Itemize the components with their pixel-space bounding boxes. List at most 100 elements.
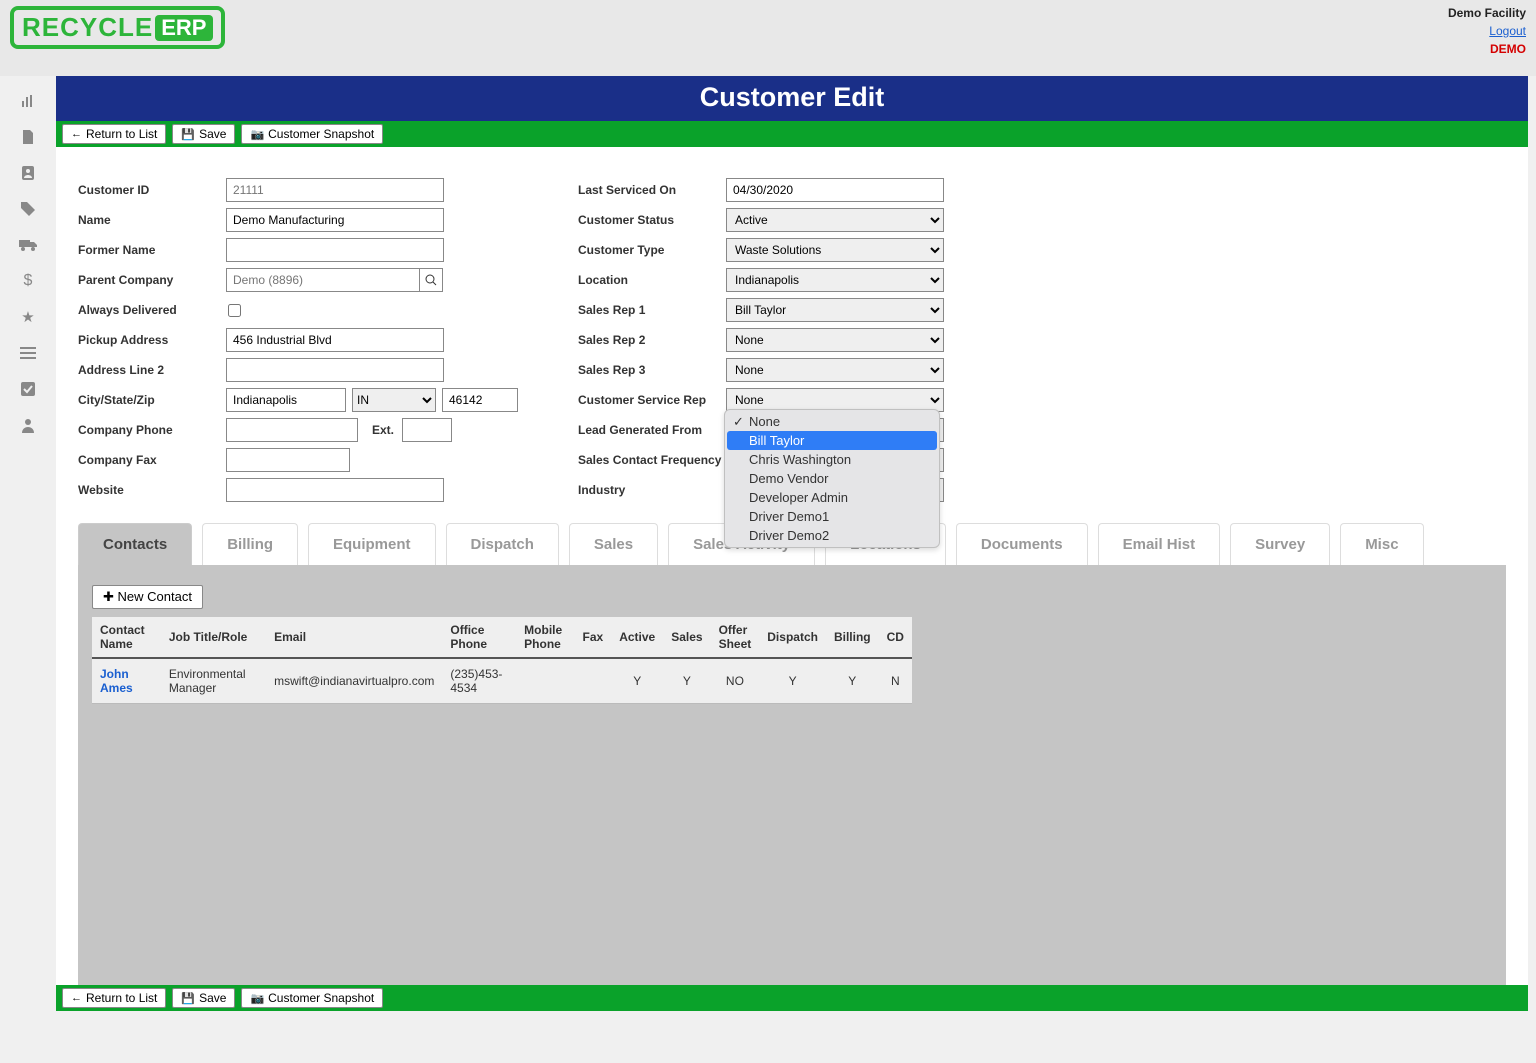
- former-name-label: Former Name: [78, 243, 226, 257]
- save-icon: 💾: [181, 128, 195, 141]
- customer-status-label: Customer Status: [578, 213, 726, 227]
- state-select[interactable]: IN: [352, 388, 436, 412]
- col-active: Active: [611, 617, 663, 658]
- tab-contacts[interactable]: Contacts: [78, 523, 192, 565]
- sales-rep-3-label: Sales Rep 3: [578, 363, 726, 377]
- csr-option-driver-demo2[interactable]: Driver Demo2: [727, 526, 937, 545]
- former-name-input[interactable]: [226, 238, 444, 262]
- company-phone-input[interactable]: [226, 418, 358, 442]
- csr-option-demo-vendor[interactable]: Demo Vendor: [727, 469, 937, 488]
- nav-check-icon[interactable]: [10, 372, 46, 406]
- col-offer-sheet: Offer Sheet: [711, 617, 760, 658]
- csr-label: Customer Service Rep: [578, 393, 726, 407]
- address2-input[interactable]: [226, 358, 444, 382]
- csr-dropdown-open[interactable]: None Bill Taylor Chris Washington Demo V…: [724, 409, 940, 548]
- name-input[interactable]: [226, 208, 444, 232]
- csr-option-chris-washington[interactable]: Chris Washington: [727, 450, 937, 469]
- ext-input[interactable]: [402, 418, 452, 442]
- always-delivered-label: Always Delivered: [78, 303, 226, 317]
- tabs-wrap: Contacts Billing Equipment Dispatch Sale…: [56, 523, 1528, 985]
- action-bar-top: ←Return to List 💾Save 📷 Customer Snapshot: [56, 121, 1528, 147]
- camera-icon: 📷: [250, 992, 264, 1005]
- main: Customer Edit ←Return to List 💾Save 📷Cus…: [56, 76, 1536, 1011]
- customer-id-label: Customer ID: [78, 183, 226, 197]
- tab-billing[interactable]: Billing: [202, 523, 298, 565]
- parent-company-search-button[interactable]: [419, 268, 443, 292]
- location-select[interactable]: Indianapolis: [726, 268, 944, 292]
- arrow-left-icon: ←: [71, 992, 82, 1004]
- tab-survey[interactable]: Survey: [1230, 523, 1330, 565]
- nav-person-icon[interactable]: [10, 408, 46, 442]
- sales-rep-3-select[interactable]: None: [726, 358, 944, 382]
- contact-cd-cell: N: [879, 658, 912, 704]
- nav-list-icon[interactable]: [10, 336, 46, 370]
- col-fax: Fax: [575, 617, 612, 658]
- sales-rep-2-select[interactable]: None: [726, 328, 944, 352]
- col-mobile-phone: Mobile Phone: [516, 617, 574, 658]
- facility-name: Demo Facility: [1448, 6, 1526, 20]
- save-button-bottom[interactable]: 💾Save: [172, 988, 235, 1008]
- nav-tag-icon[interactable]: [10, 192, 46, 226]
- city-input[interactable]: [226, 388, 346, 412]
- tab-equipment[interactable]: Equipment: [308, 523, 436, 565]
- contact-offer-cell: NO: [711, 658, 760, 704]
- tab-dispatch[interactable]: Dispatch: [446, 523, 559, 565]
- nav-file-icon[interactable]: [10, 120, 46, 154]
- nav-star-icon[interactable]: ★: [10, 300, 46, 334]
- logout-link[interactable]: Logout: [1448, 24, 1526, 38]
- logo-text-2: ERP: [155, 15, 212, 41]
- form-col-right: Last Serviced On Customer Status Active …: [578, 175, 1078, 505]
- nav-truck-icon[interactable]: [10, 228, 46, 262]
- camera-icon: 📷: [250, 128, 264, 141]
- snapshot-label: Customer Snapshot: [268, 127, 374, 141]
- col-email: Email: [266, 617, 442, 658]
- tab-sales[interactable]: Sales: [569, 523, 658, 565]
- contacts-table: Contact Name Job Title/Role Email Office…: [92, 617, 912, 704]
- new-contact-button[interactable]: ✚ New Contact: [92, 585, 203, 609]
- contact-dispatch-cell: Y: [759, 658, 826, 704]
- return-button[interactable]: ←Return to List: [62, 124, 166, 144]
- contact-office-cell: (235)453-4534: [442, 658, 516, 704]
- snapshot-button-bottom[interactable]: 📷Customer Snapshot: [241, 988, 383, 1008]
- address2-label: Address Line 2: [78, 363, 226, 377]
- location-label: Location: [578, 273, 726, 287]
- csr-option-developer-admin[interactable]: Developer Admin: [727, 488, 937, 507]
- sales-rep-2-label: Sales Rep 2: [578, 333, 726, 347]
- pickup-address-input[interactable]: [226, 328, 444, 352]
- contact-name-cell[interactable]: John Ames: [92, 658, 161, 704]
- industry-label: Industry: [578, 483, 726, 497]
- last-serviced-input[interactable]: [726, 178, 944, 202]
- customer-type-select[interactable]: Waste Solutions: [726, 238, 944, 262]
- nav-dollar-icon[interactable]: $: [10, 264, 46, 298]
- website-label: Website: [78, 483, 226, 497]
- tab-documents[interactable]: Documents: [956, 523, 1088, 565]
- parent-company-label: Parent Company: [78, 273, 226, 287]
- company-fax-label: Company Fax: [78, 453, 226, 467]
- csr-option-driver-demo1[interactable]: Driver Demo1: [727, 507, 937, 526]
- website-input[interactable]: [226, 478, 444, 502]
- csr-option-bill-taylor[interactable]: Bill Taylor: [727, 431, 937, 450]
- csr-option-none[interactable]: None: [727, 412, 937, 431]
- return-button-bottom[interactable]: ←Return to List: [62, 988, 166, 1008]
- always-delivered-checkbox[interactable]: [228, 304, 241, 317]
- form-col-left: Customer ID Name Former Name Parent Comp…: [78, 175, 578, 505]
- snapshot-button[interactable]: 📷 Customer Snapshot: [241, 124, 383, 144]
- customer-status-select[interactable]: Active: [726, 208, 944, 232]
- nav-user-icon[interactable]: [10, 156, 46, 190]
- nav-dashboard-icon[interactable]: [10, 84, 46, 118]
- parent-company-input[interactable]: [226, 268, 420, 292]
- tab-email-hist[interactable]: Email Hist: [1098, 523, 1221, 565]
- last-serviced-label: Last Serviced On: [578, 183, 726, 197]
- tab-body: ✚ New Contact Contact Name Job Title/Rol…: [78, 565, 1506, 985]
- ext-label: Ext.: [372, 423, 394, 437]
- zip-input[interactable]: [442, 388, 518, 412]
- nav-rail: $ ★: [0, 76, 56, 1011]
- save-button[interactable]: 💾Save: [172, 124, 235, 144]
- contact-billing-cell: Y: [826, 658, 879, 704]
- save-label-bottom: Save: [199, 991, 226, 1005]
- table-row[interactable]: John Ames Environmental Manager mswift@i…: [92, 658, 912, 704]
- sales-rep-1-select[interactable]: Bill Taylor: [726, 298, 944, 322]
- logo-text-1: RECYCLE: [22, 12, 153, 43]
- company-fax-input[interactable]: [226, 448, 350, 472]
- tab-misc[interactable]: Misc: [1340, 523, 1423, 565]
